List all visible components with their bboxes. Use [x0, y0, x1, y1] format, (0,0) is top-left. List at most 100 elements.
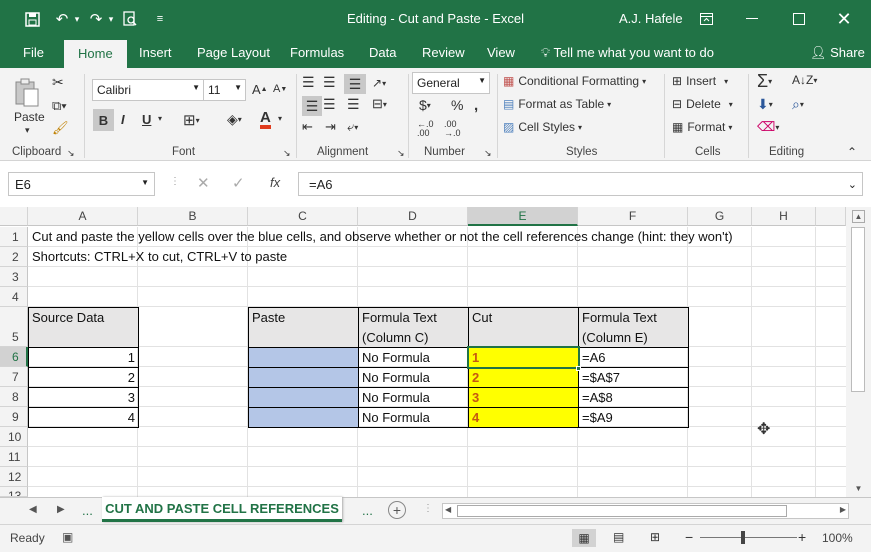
- insert-function-button[interactable]: fx: [270, 175, 280, 190]
- font-size-select[interactable]: 11 ▼: [203, 79, 246, 101]
- percent-icon[interactable]: %: [451, 97, 463, 113]
- row-header-3[interactable]: 3: [0, 267, 28, 287]
- more-sheets-right[interactable]: ...: [362, 503, 373, 518]
- cell-d5-header[interactable]: Formula Text (Column C): [358, 307, 469, 348]
- autosum-icon[interactable]: Σ ▾: [757, 71, 772, 92]
- cell-c6[interactable]: [248, 347, 359, 368]
- tab-file[interactable]: File: [23, 45, 44, 60]
- merge-center-icon[interactable]: ⊟ ▾: [372, 96, 387, 112]
- bottom-align-icon[interactable]: ☰: [344, 74, 366, 94]
- cell-a9[interactable]: 4: [28, 407, 139, 428]
- tab-view[interactable]: View: [487, 45, 515, 60]
- alignment-launcher-icon[interactable]: ↘: [397, 148, 405, 159]
- maximize-icon[interactable]: [789, 9, 809, 29]
- formula-input[interactable]: =A6 ⌄: [298, 172, 863, 196]
- decrease-decimal-icon[interactable]: .00 →.0: [444, 120, 461, 138]
- select-all-corner[interactable]: [0, 207, 28, 226]
- italic-button[interactable]: I: [121, 112, 125, 127]
- cell-c8[interactable]: [248, 387, 359, 408]
- tab-formulas[interactable]: Formulas: [290, 45, 344, 60]
- decrease-indent-icon[interactable]: ⇤: [302, 119, 313, 135]
- share-button[interactable]: 👤︎ Share: [810, 45, 865, 61]
- cell-e8[interactable]: 3: [468, 387, 579, 408]
- column-header-c[interactable]: C: [248, 207, 358, 226]
- cell-a7[interactable]: 2: [28, 367, 139, 388]
- name-box[interactable]: E6 ▼: [8, 172, 155, 196]
- cell-d7[interactable]: No Formula: [358, 367, 469, 388]
- increase-decimal-icon[interactable]: ←.0.00: [417, 120, 434, 138]
- cut-icon[interactable]: ✂: [52, 74, 64, 91]
- insert-cells-button[interactable]: ⊞ Insert ▾: [672, 74, 728, 88]
- top-align-icon[interactable]: ☰: [302, 74, 315, 91]
- find-select-icon[interactable]: ⌕ ▾: [792, 96, 804, 113]
- row-header-8[interactable]: 8: [0, 387, 28, 407]
- cell-e9[interactable]: 4: [468, 407, 579, 428]
- new-sheet-icon[interactable]: +: [388, 501, 406, 519]
- font-color-icon[interactable]: A: [260, 109, 271, 129]
- column-header-f[interactable]: F: [578, 207, 688, 226]
- zoom-slider[interactable]: [700, 537, 797, 538]
- cell-a8[interactable]: 3: [28, 387, 139, 408]
- underline-button[interactable]: U: [142, 112, 151, 127]
- sheet-tab-active[interactable]: CUT AND PASTE CELL REFERENCES: [102, 497, 342, 522]
- vertical-scrollbar[interactable]: ▲ ▼: [846, 207, 871, 497]
- clipboard-launcher-icon[interactable]: ↘: [67, 148, 75, 159]
- number-format-select[interactable]: General ▼: [412, 72, 490, 94]
- tab-data[interactable]: Data: [369, 45, 396, 60]
- borders-icon[interactable]: ⊞ ▾: [183, 111, 200, 129]
- comma-icon[interactable]: ,: [474, 97, 478, 114]
- cell-f6[interactable]: =A6: [578, 347, 689, 368]
- macro-record-icon[interactable]: ▣: [62, 530, 73, 544]
- clear-icon[interactable]: ⌫ ▾: [757, 119, 779, 135]
- row-header-7[interactable]: 7: [0, 367, 28, 387]
- font-name-select[interactable]: Calibri ▼: [92, 79, 204, 101]
- row-header-13[interactable]: 13: [0, 487, 28, 497]
- scroll-down-icon[interactable]: ▼: [852, 483, 865, 496]
- copy-icon[interactable]: ⧉▾: [52, 98, 67, 114]
- cell-c5-header[interactable]: Paste: [248, 307, 359, 348]
- tell-me-box[interactable]: 💡︎ Tell me what you want to do: [541, 45, 714, 61]
- row-header-6[interactable]: 6: [0, 347, 28, 367]
- cell-e7[interactable]: 2: [468, 367, 579, 388]
- column-header-a[interactable]: A: [28, 207, 138, 226]
- font-color-dropdown-icon[interactable]: ▾: [278, 114, 282, 123]
- cell-styles-button[interactable]: ▨ Cell Styles ▾: [503, 120, 582, 134]
- sort-filter-icon[interactable]: A↓Z ▾: [792, 73, 817, 87]
- cell-a2[interactable]: Shortcuts: CTRL+X to cut, CTRL+V to past…: [29, 247, 290, 267]
- align-left-icon[interactable]: ☰: [302, 96, 322, 116]
- collapse-ribbon-icon[interactable]: ⌃: [847, 145, 857, 159]
- normal-view-icon[interactable]: ▦: [572, 529, 596, 547]
- zoom-level[interactable]: 100%: [822, 531, 853, 545]
- tab-home[interactable]: Home: [64, 40, 127, 68]
- conditional-formatting-button[interactable]: ▦ Conditional Formatting ▾: [503, 74, 646, 88]
- tab-insert[interactable]: Insert: [139, 45, 172, 60]
- row-header-5[interactable]: 5: [0, 307, 28, 347]
- increase-font-icon[interactable]: A ▲: [252, 82, 268, 97]
- format-painter-icon[interactable]: 🖌︎: [52, 120, 69, 136]
- row-header-1[interactable]: 1: [0, 227, 28, 247]
- cell-c9[interactable]: [248, 407, 359, 428]
- cell-e5-header[interactable]: Cut: [468, 307, 579, 348]
- cancel-entry-icon[interactable]: ✕: [197, 174, 210, 192]
- row-header-10[interactable]: 10: [0, 427, 28, 447]
- cell-a6[interactable]: 1: [28, 347, 139, 368]
- row-header-12[interactable]: 12: [0, 467, 28, 487]
- horizontal-scrollbar[interactable]: ◀ ▶: [442, 503, 849, 519]
- scroll-left-icon[interactable]: ◀: [445, 505, 451, 514]
- align-right-icon[interactable]: ☰: [347, 96, 360, 113]
- cell-d6[interactable]: No Formula: [358, 347, 469, 368]
- number-launcher-icon[interactable]: ↘: [484, 148, 492, 159]
- underline-dropdown-icon[interactable]: ▾: [158, 114, 162, 123]
- decrease-font-icon[interactable]: A ▼: [273, 83, 287, 95]
- fill-color-icon[interactable]: ◈ ▾: [227, 111, 242, 128]
- format-cells-button[interactable]: ▦ Format ▾: [672, 120, 732, 134]
- row-header-11[interactable]: 11: [0, 447, 28, 467]
- close-icon[interactable]: ✕: [834, 9, 854, 29]
- more-sheets-left[interactable]: ...: [82, 503, 93, 518]
- cell-f9[interactable]: =$A9: [578, 407, 689, 428]
- increase-indent-icon[interactable]: ⇥: [325, 119, 336, 135]
- cell-d9[interactable]: No Formula: [358, 407, 469, 428]
- row-header-9[interactable]: 9: [0, 407, 28, 427]
- paste-icon[interactable]: [12, 76, 42, 110]
- column-header-e[interactable]: E: [468, 207, 578, 226]
